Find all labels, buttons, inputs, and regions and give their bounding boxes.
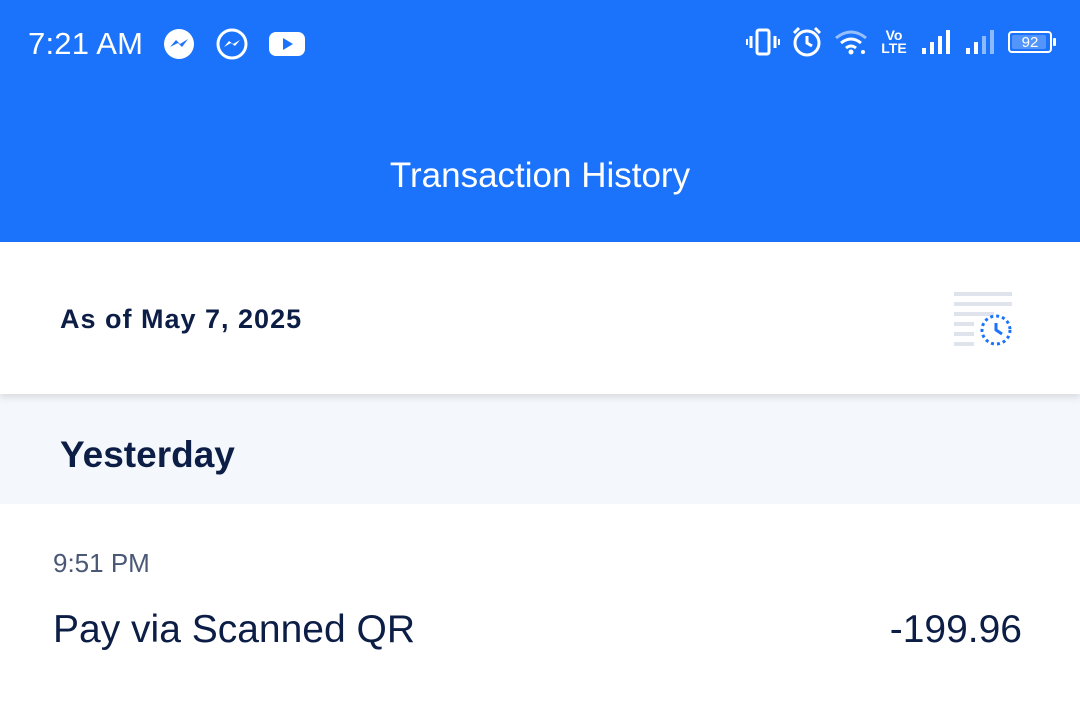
battery-level: 92 [1021,33,1039,51]
youtube-icon [268,30,306,58]
section-label: Yesterday [60,434,235,475]
wifi-icon [834,28,868,56]
notification-icons [162,26,306,62]
messenger-icon [162,27,196,61]
app-header: 7:21 AM Vo LTE 92 Transaction History [0,0,1080,242]
volte-bottom-label: LTE [881,40,907,56]
transaction-time: 9:51 PM [53,548,150,578]
history-list-icon[interactable] [952,290,1018,350]
transaction-amount: -199.96 [889,608,1022,651]
status-time: 7:21 AM [28,26,144,61]
messenger-outline-icon [214,27,250,61]
status-bar: 7:21 AM Vo LTE 92 [0,0,1080,90]
volte-icon: Vo LTE [878,28,910,56]
system-icons: Vo LTE 92 [746,22,1056,62]
signal-icon-2 [964,28,998,56]
section-header: Yesterday [0,394,1080,504]
transaction-row[interactable]: 9:51 PM Pay via Scanned QR -199.96 [0,504,1080,707]
battery-icon: 92 [1008,31,1056,53]
as-of-date: As of May 7, 2025 [60,304,303,334]
date-bar: As of May 7, 2025 [0,242,1080,394]
signal-icon [920,28,954,56]
page-title: Transaction History [389,156,691,195]
vibrate-icon [746,26,780,58]
alarm-icon [790,25,824,59]
transaction-title: Pay via Scanned QR [53,608,416,651]
